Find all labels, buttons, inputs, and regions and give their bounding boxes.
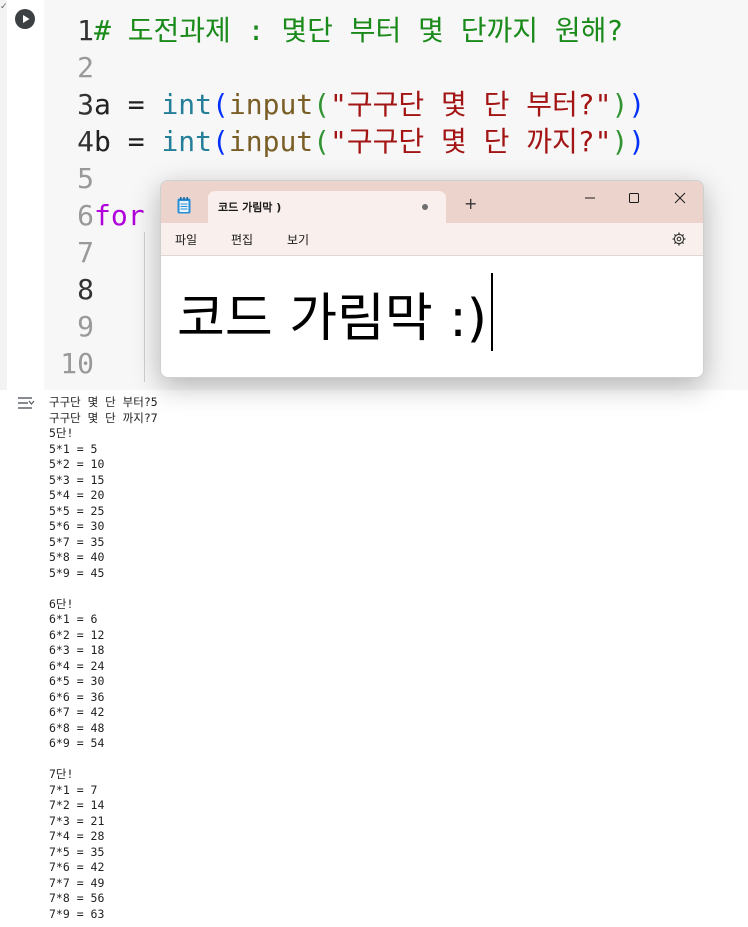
code-token: int — [161, 125, 213, 158]
gear-icon[interactable] — [672, 232, 686, 246]
code-line[interactable]: 4b = int(input("구구단 몇 단 까지?")) — [44, 123, 748, 160]
code-token: ) — [628, 88, 646, 121]
cell-output: 구구단 몇 단 부터?5 구구단 몇 단 까지?7 5단! 5*1 = 5 5*… — [49, 395, 158, 921]
output-toggle-icon[interactable] — [17, 396, 35, 412]
notepad-content: 코드 가림막 :) — [177, 273, 493, 351]
code-token: ( — [313, 125, 331, 158]
line-number: 3 — [77, 88, 94, 121]
menu-edit[interactable]: 편집 — [231, 231, 253, 248]
line-number: 2 — [77, 51, 94, 84]
minimize-icon — [585, 197, 595, 199]
line-number: 10 — [60, 347, 94, 380]
code-token: "구구단 몇 단 까지?" — [330, 125, 612, 158]
close-button[interactable] — [657, 185, 703, 211]
code-token: ( — [313, 88, 331, 121]
run-cell-button[interactable] — [15, 9, 35, 29]
code-line[interactable]: 2 — [44, 49, 748, 86]
code-token: ) — [611, 125, 629, 158]
code-token: ( — [212, 88, 229, 121]
code-line[interactable]: 1# 도전과제 : 몇단 부터 몇 단까지 원해? — [44, 12, 748, 49]
minimize-button[interactable] — [567, 185, 613, 211]
code-token: for — [94, 199, 145, 232]
line-number: 9 — [77, 310, 94, 343]
tab-title: 코드 가림막 ) — [218, 201, 282, 214]
line-number: 7 — [77, 236, 94, 269]
code-token: ) — [611, 88, 629, 121]
notepad-icon — [177, 197, 191, 214]
line-number: 6 — [77, 199, 94, 232]
maximize-icon — [629, 193, 639, 203]
unsaved-dot-icon[interactable] — [422, 204, 428, 210]
text-caret — [491, 273, 493, 351]
notepad-tab[interactable]: 코드 가림막 ) — [208, 191, 446, 223]
code-token: input — [228, 88, 314, 121]
notepad-window[interactable]: 코드 가림막 ) + 파일 편집 보기 코드 가림막:) — [160, 180, 704, 378]
code-token: a — [94, 88, 111, 121]
code-token: input — [228, 125, 314, 158]
code-token: ) — [628, 125, 646, 158]
notepad-text-area[interactable]: 코드 가림막 :) — [161, 256, 703, 377]
play-circle-icon — [23, 15, 30, 23]
line-number: 4 — [77, 125, 94, 158]
cell-gutter: ✓ — [0, 0, 8, 390]
code-token: # 도전과제 : 몇단 부터 몇 단까지 원해? — [94, 14, 624, 47]
check-icon: ✓ — [0, 2, 8, 12]
code-token: ( — [212, 125, 229, 158]
code-token: "구구단 몇 단 부터?" — [330, 88, 612, 121]
notepad-menubar: 파일 편집 보기 — [161, 223, 703, 256]
maximize-button[interactable] — [611, 185, 657, 211]
notepad-titlebar[interactable]: 코드 가림막 ) + — [161, 181, 703, 223]
line-number: 8 — [77, 273, 94, 306]
code-token: int — [161, 88, 213, 121]
code-token: = — [110, 88, 162, 121]
menu-view[interactable]: 보기 — [287, 231, 309, 248]
menu-file[interactable]: 파일 — [175, 231, 197, 248]
code-token: = — [110, 125, 162, 158]
code-token: b — [94, 125, 111, 158]
close-icon — [674, 192, 686, 204]
code-line[interactable]: 3a = int(input("구구단 몇 단 부터?")) — [44, 86, 748, 123]
new-tab-button[interactable]: + — [464, 196, 477, 212]
line-number: 1 — [77, 14, 94, 47]
line-number: 5 — [77, 162, 94, 195]
